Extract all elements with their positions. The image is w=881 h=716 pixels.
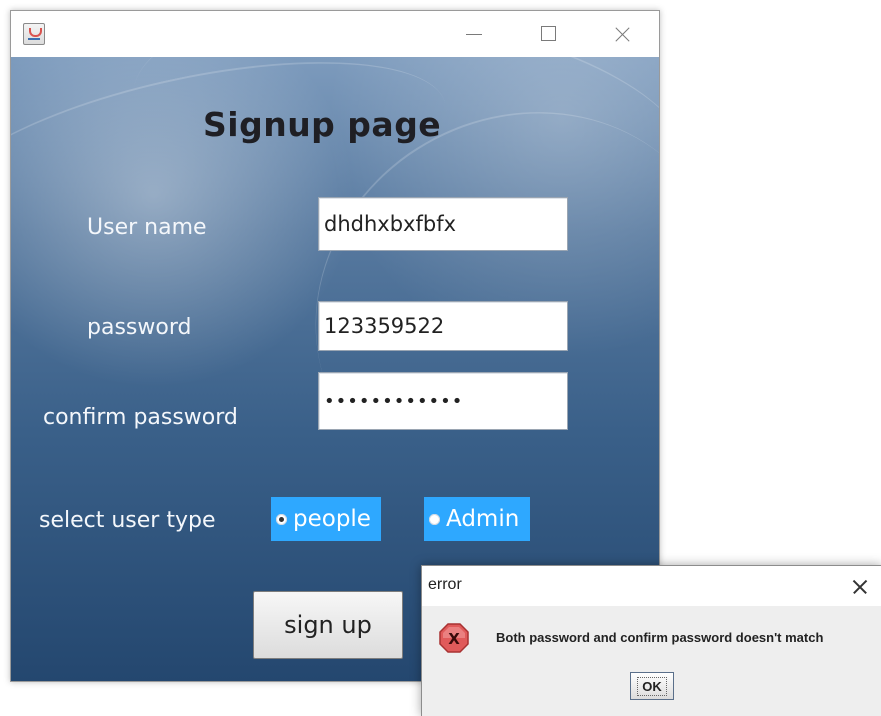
dialog-title: error (428, 576, 462, 593)
password-label: password (87, 315, 192, 340)
radio-button-icon (276, 513, 287, 525)
sign-up-button[interactable]: sign up (253, 591, 403, 659)
svg-text:X: X (448, 630, 460, 648)
username-field[interactable]: dhdhxbxfbfx (318, 197, 568, 251)
page-title: Signup page (203, 105, 442, 144)
maximize-button[interactable] (533, 19, 563, 49)
java-app-icon (23, 23, 45, 45)
dialog-body: X Both password and confirm password doe… (422, 606, 881, 716)
dialog-titlebar: error (422, 566, 881, 606)
radio-admin[interactable]: Admin (424, 497, 530, 541)
error-dialog: error X Both password and confirm passwo… (421, 565, 881, 716)
radio-people[interactable]: people (271, 497, 381, 541)
dialog-close-button[interactable] (847, 574, 873, 600)
window-titlebar (11, 11, 659, 57)
radio-admin-label: Admin (446, 506, 520, 532)
error-message: Both password and confirm password doesn… (496, 630, 824, 645)
confirm-password-field[interactable]: •••••••••••• (318, 372, 568, 430)
password-field[interactable]: 123359522 (318, 301, 568, 351)
username-label: User name (87, 215, 207, 240)
radio-button-icon (429, 513, 440, 525)
minimize-button[interactable] (459, 19, 489, 49)
ok-button[interactable]: OK (630, 672, 674, 700)
error-x-icon: X (439, 623, 469, 653)
user-type-label: select user type (39, 508, 216, 533)
close-button[interactable] (607, 19, 637, 49)
confirm-password-label: confirm password (43, 405, 238, 430)
radio-people-label: people (293, 506, 371, 532)
ok-button-label: OK (637, 676, 667, 696)
